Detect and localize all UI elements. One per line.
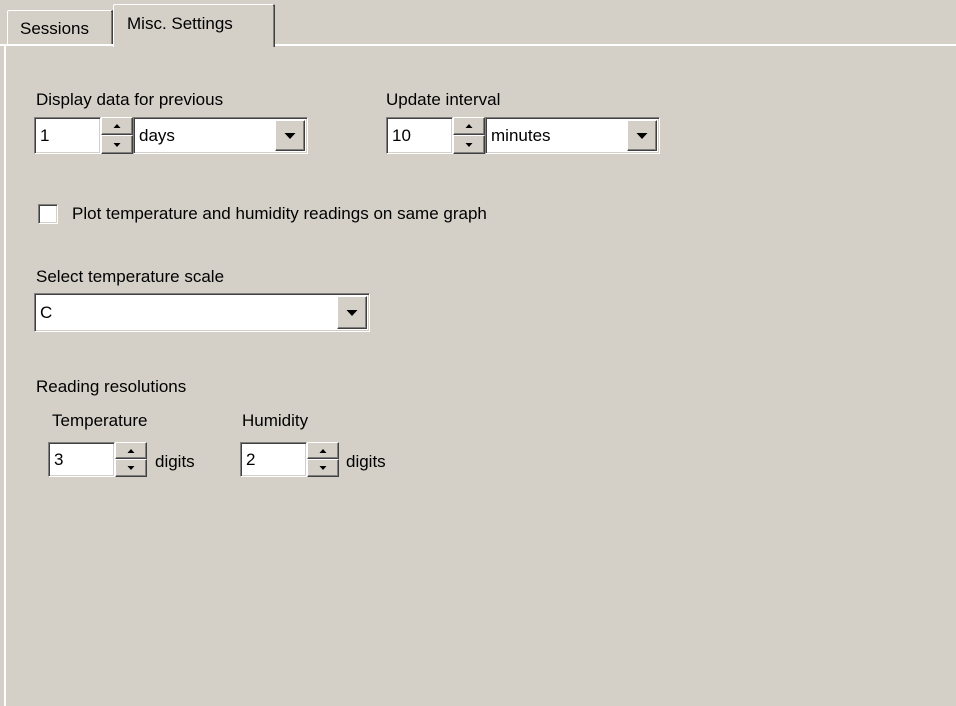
temperature-resolution-spin-up[interactable] (115, 442, 147, 459)
tab-misc-settings[interactable]: Misc. Settings (113, 4, 275, 47)
display-data-value-field[interactable]: 1 (34, 117, 101, 154)
tab-panel-left-border (4, 44, 6, 706)
humidity-resolution-label: Humidity (242, 411, 309, 430)
display-data-label: Display data for previous (36, 90, 224, 109)
down-arrow-icon (319, 466, 327, 470)
temperature-scale-label: Select temperature scale (36, 267, 225, 286)
temperature-scale-dropdown[interactable]: C (34, 293, 370, 332)
temperature-resolution-field[interactable]: 3 (48, 442, 115, 477)
up-arrow-icon (319, 448, 327, 453)
update-interval-label: Update interval (386, 90, 501, 109)
temperature-resolution-value: 3 (54, 449, 64, 469)
down-arrow-icon (465, 142, 473, 147)
chevron-down-icon (346, 309, 358, 316)
update-interval-value: 10 (392, 125, 411, 145)
temperature-resolution-spinner[interactable] (115, 442, 147, 477)
display-data-spin-down[interactable] (101, 135, 133, 154)
down-arrow-icon (127, 466, 135, 470)
temperature-scale-value: C (40, 302, 53, 322)
tab-sessions-label: Sessions (20, 19, 89, 38)
update-interval-value-field[interactable]: 10 (386, 117, 453, 154)
display-data-unit-dropdown-button[interactable] (275, 120, 305, 151)
temperature-digits-label: digits (155, 452, 195, 471)
reading-resolutions-label: Reading resolutions (36, 377, 187, 396)
update-interval-spin-up[interactable] (453, 117, 485, 135)
update-interval-unit-dropdown[interactable]: minutes (485, 117, 660, 154)
plot-same-graph-label[interactable]: Plot temperature and humidity readings o… (72, 205, 487, 222)
up-arrow-icon (127, 448, 135, 453)
humidity-resolution-field[interactable]: 2 (240, 442, 307, 477)
display-data-spin-up[interactable] (101, 117, 133, 135)
update-interval-spinner[interactable] (453, 117, 485, 154)
chevron-down-icon (284, 132, 296, 139)
temperature-resolution-spin-down[interactable] (115, 459, 147, 477)
update-interval-unit-dropdown-button[interactable] (627, 120, 657, 151)
humidity-resolution-spinner[interactable] (307, 442, 339, 477)
humidity-resolution-value: 2 (246, 449, 256, 469)
plot-same-graph-checkbox[interactable] (38, 204, 58, 224)
update-interval-unit-value: minutes (491, 125, 551, 145)
display-data-spinner[interactable] (101, 117, 133, 154)
chevron-down-icon (636, 132, 648, 139)
down-arrow-icon (113, 142, 121, 147)
temperature-resolution-label: Temperature (52, 411, 148, 430)
tab-misc-settings-label: Misc. Settings (127, 14, 233, 33)
temperature-scale-dropdown-button[interactable] (337, 296, 367, 329)
up-arrow-icon (113, 124, 121, 128)
humidity-resolution-spin-up[interactable] (307, 442, 339, 459)
display-data-unit-dropdown[interactable]: days (133, 117, 308, 154)
update-interval-spin-down[interactable] (453, 135, 485, 154)
display-data-value: 1 (40, 125, 50, 145)
humidity-resolution-spin-down[interactable] (307, 459, 339, 477)
display-data-unit-value: days (139, 125, 175, 145)
tab-sessions[interactable]: Sessions (7, 10, 113, 45)
humidity-digits-label: digits (346, 452, 386, 471)
up-arrow-icon (465, 124, 473, 128)
